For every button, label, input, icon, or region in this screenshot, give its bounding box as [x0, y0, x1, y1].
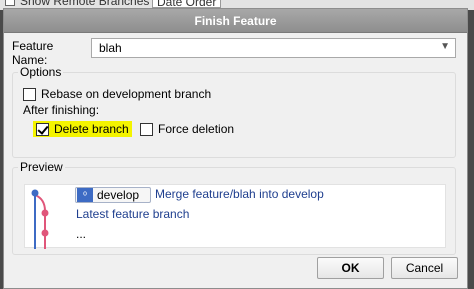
show-remote-label: Show Remote Branches	[20, 0, 150, 8]
latest-feature-text: Latest feature branch	[76, 207, 190, 221]
delete-branch-label: Delete branch	[54, 122, 129, 136]
options-group-title: Options	[18, 65, 64, 79]
order-dropdown[interactable]: Date Order	[152, 0, 222, 9]
show-remote-checkbox[interactable]	[5, 0, 15, 6]
graph-node-feature	[41, 209, 49, 217]
force-deletion-checkbox[interactable]	[140, 122, 153, 136]
graph-node-feature-older	[41, 229, 49, 237]
merge-commit-text: Merge feature/blah into develop	[155, 187, 324, 201]
rebase-label: Rebase on development branch	[41, 87, 212, 101]
preview-graph: ᵒ develop Merge feature/blah into develo…	[24, 184, 446, 249]
preview-group-title: Preview	[18, 160, 65, 174]
feature-name-row: Feature Name:	[12, 39, 92, 67]
force-deletion-option[interactable]: Force deletion	[140, 122, 234, 136]
cancel-button[interactable]: Cancel	[391, 257, 458, 279]
after-finishing-label: After finishing:	[23, 103, 100, 117]
delete-branch-option[interactable]: Delete branch	[33, 121, 132, 137]
branch-chip: ᵒ develop	[75, 187, 151, 203]
preview-ellipsis: ...	[76, 227, 87, 241]
rebase-option[interactable]: Rebase on development branch	[23, 87, 211, 101]
force-deletion-label: Force deletion	[158, 122, 235, 136]
graph-line-feature	[34, 194, 46, 249]
chevron-down-icon[interactable]: ▼	[440, 41, 450, 52]
dialog-title: Finish Feature	[194, 13, 277, 28]
ok-button[interactable]: OK	[317, 257, 384, 279]
after-finishing-row: After finishing:	[23, 103, 99, 117]
graph-node-develop	[31, 189, 39, 197]
branch-graph	[31, 189, 49, 249]
branch-chip-label: develop	[97, 188, 140, 202]
branch-icon: ᵒ	[77, 188, 93, 202]
dialog-titlebar[interactable]: Finish Feature	[4, 9, 467, 33]
feature-name-label: Feature Name:	[12, 39, 54, 67]
feature-name-value: blah	[99, 41, 122, 55]
rebase-checkbox[interactable]	[23, 87, 36, 101]
feature-name-combobox[interactable]: blah ▼	[91, 38, 456, 58]
background-panel-right	[468, 10, 474, 289]
finish-feature-dialog: Finish Feature Feature Name: blah ▼ Opti…	[3, 8, 468, 289]
delete-branch-checkbox[interactable]	[36, 122, 49, 136]
